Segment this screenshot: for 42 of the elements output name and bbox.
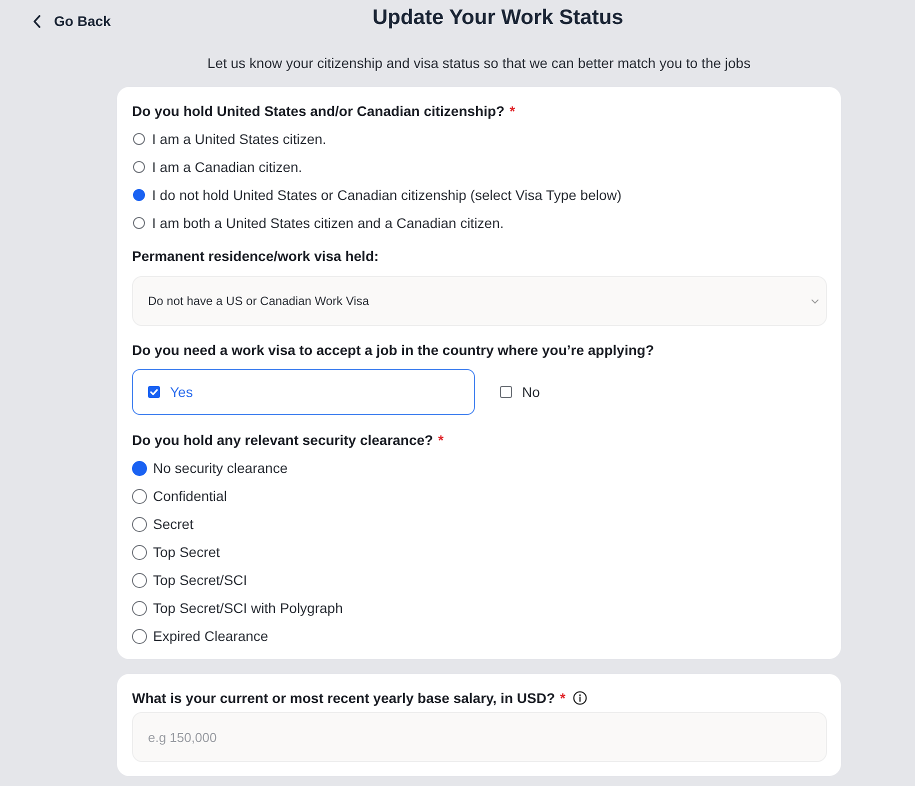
page-title: Update Your Work Status: [371, 5, 624, 31]
checkbox-option[interactable]: Yes: [132, 369, 475, 415]
radio-button[interactable]: [132, 516, 147, 532]
checkbox[interactable]: [148, 386, 160, 398]
page-subtitle: Let us know your citizenship and visa status so that we can better match you to the jobs: [206, 54, 752, 73]
chevron-left-icon: [33, 14, 41, 28]
radio-button[interactable]: [132, 460, 147, 476]
question-label: Do you need a work visa to accept a job in the country where you’re applying?: [132, 341, 654, 360]
radio-button[interactable]: [133, 161, 145, 173]
radio-option[interactable]: No security clearance: [132, 454, 288, 482]
salary-input[interactable]: e.g 150,000: [132, 712, 827, 762]
radio-button[interactable]: [132, 628, 147, 644]
checkbox-option[interactable]: No: [500, 384, 540, 400]
radio-option[interactable]: I do not hold United States or Canadian citizenship (select Visa Type below): [132, 181, 622, 209]
question-label: Permanent residence/work visa held:: [132, 247, 379, 266]
radio-option[interactable]: I am both a United States citizen and a Canadian citizen.: [132, 209, 504, 237]
radio-option[interactable]: Expired Clearance: [132, 622, 268, 650]
question-label: Do you hold any relevant security clearance?: [132, 431, 434, 450]
required-marker: *: [560, 689, 566, 708]
radio-option[interactable]: Top Secret/SCI with Polygraph: [132, 594, 343, 622]
required-marker: *: [510, 102, 516, 121]
radio-button[interactable]: [132, 544, 147, 560]
question-label: What is your current or most recent yearly base salary, in USD?: [132, 689, 555, 708]
checkbox[interactable]: [500, 386, 512, 398]
radio-option[interactable]: Top Secret: [132, 538, 220, 566]
radio-button[interactable]: [132, 572, 147, 588]
back-button[interactable]: Go Back: [33, 11, 111, 31]
radio-button[interactable]: [133, 133, 145, 145]
radio-button[interactable]: [133, 189, 145, 201]
radio-option[interactable]: I am a United States citizen.: [132, 125, 326, 153]
radio-button[interactable]: [132, 600, 147, 616]
radio-button[interactable]: [133, 217, 145, 229]
radio-option[interactable]: Confidential: [132, 482, 227, 510]
chevron-down-icon: [811, 298, 819, 304]
required-marker: *: [438, 431, 444, 450]
question-label: Do you hold United States and/or Canadian citizenship?: [132, 102, 505, 121]
radio-option[interactable]: Secret: [132, 510, 194, 538]
visa-select[interactable]: Do not have a US or Canadian Work Visa: [132, 276, 827, 326]
radio-button[interactable]: [132, 488, 147, 504]
radio-option[interactable]: I am a Canadian citizen.: [132, 153, 302, 181]
radio-option[interactable]: Top Secret/SCI: [132, 566, 248, 594]
info-icon[interactable]: [573, 691, 588, 705]
